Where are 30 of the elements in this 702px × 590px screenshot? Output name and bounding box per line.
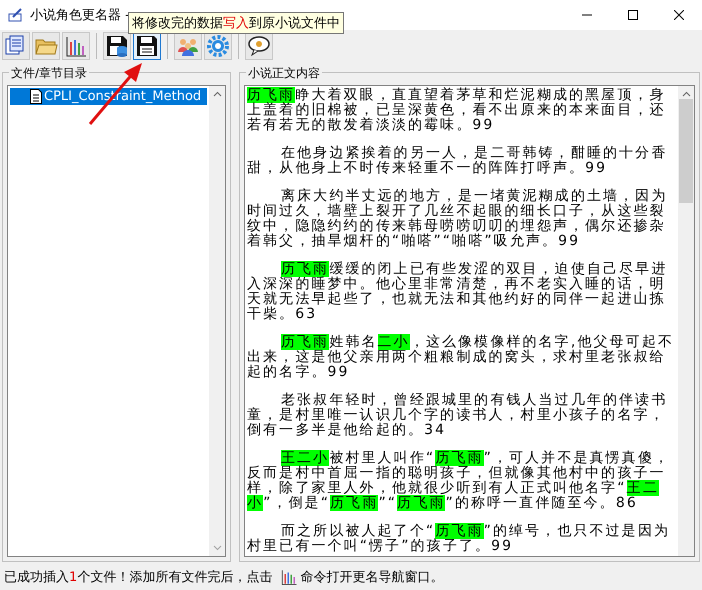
panel-title: 小说正文内容 [246, 65, 322, 82]
bar-chart-icon [64, 34, 88, 58]
novel-paragraph: 离床大约半丈远的地方，是一堵黄泥糊成的土墙，因为时间过久，墙壁上裂开了几丝不起眼的细长口子，从这些裂纹中，隐隐约约的传来韩母唠唠叨叨的埋怨声，偶尔还掺杂着韩父，抽旱烟杆的“啪嗒”“啪嗒”吸允声。99 [247, 189, 668, 249]
novel-paragraph: 在他身边紧挨着的另一人，是二哥韩铸，酣睡的十分香甜，从他身上不时传来轻重不一的阵阵打呼声。99 [247, 146, 668, 176]
scroll-up-icon[interactable] [212, 91, 222, 97]
novel-paragraph: 而之所以被人起了个“历飞雨”的绰号，也只不过是因为村里已有一个叫“愣子”的孩子了。99 [247, 524, 672, 554]
bar-chart-icon [280, 568, 298, 586]
novel-paragraph: 历飞雨 睁大着双眼，直直望着茅草和烂泥糊成的黑屋顶，身上盖着的旧棉被，已呈深黄色，看不出原来的本来面目，还若有若无的散发着淡淡的霉味。99 [247, 88, 667, 133]
pen-icon [8, 8, 24, 22]
speech-bubble-icon [247, 34, 271, 58]
close-icon [674, 10, 684, 20]
toolbar-button[interactable] [62, 32, 90, 60]
document-icon [30, 89, 42, 104]
novel-paragraph: 老张叔年轻时，曾经跟城里的有钱人当过几年的伴读书童，是村里唯一认识几个字的读书人，村里小孩子的名字，倒有一多半是他给起的。34 [247, 393, 668, 438]
novel-paragraph: 历飞雨 缓缓的闭上已有些发涩的双目，迫使自己尽早进入深深的睡梦中。他心里非常清楚，再不老实入睡的话，明天就无法早起些了，也就无法和其他约好的同伴一起进山拣干柴。63 [247, 262, 668, 322]
floppy-database-icon [105, 34, 129, 58]
status-text: 已成功插入 [4, 569, 69, 586]
gear-icon [206, 34, 230, 58]
status-count: 1 [69, 570, 78, 584]
scrollbar-thumb[interactable] [679, 99, 693, 203]
toolbar-button[interactable] [245, 32, 273, 60]
toolbar-button[interactable] [133, 32, 161, 60]
maximize-icon [628, 10, 638, 20]
status-text: 个文件！添加所有文件完后，点击 [77, 569, 272, 586]
toolbar-button[interactable] [103, 32, 131, 60]
toolbar-button[interactable] [2, 32, 30, 60]
tooltip: 将修改完的数据写入到原小说文件中 [128, 12, 344, 34]
scroll-up-icon[interactable] [682, 91, 690, 97]
status-text: 命令打开更名导航窗口。 [300, 569, 444, 586]
panel-title: 文件/章节目录 [9, 65, 90, 82]
